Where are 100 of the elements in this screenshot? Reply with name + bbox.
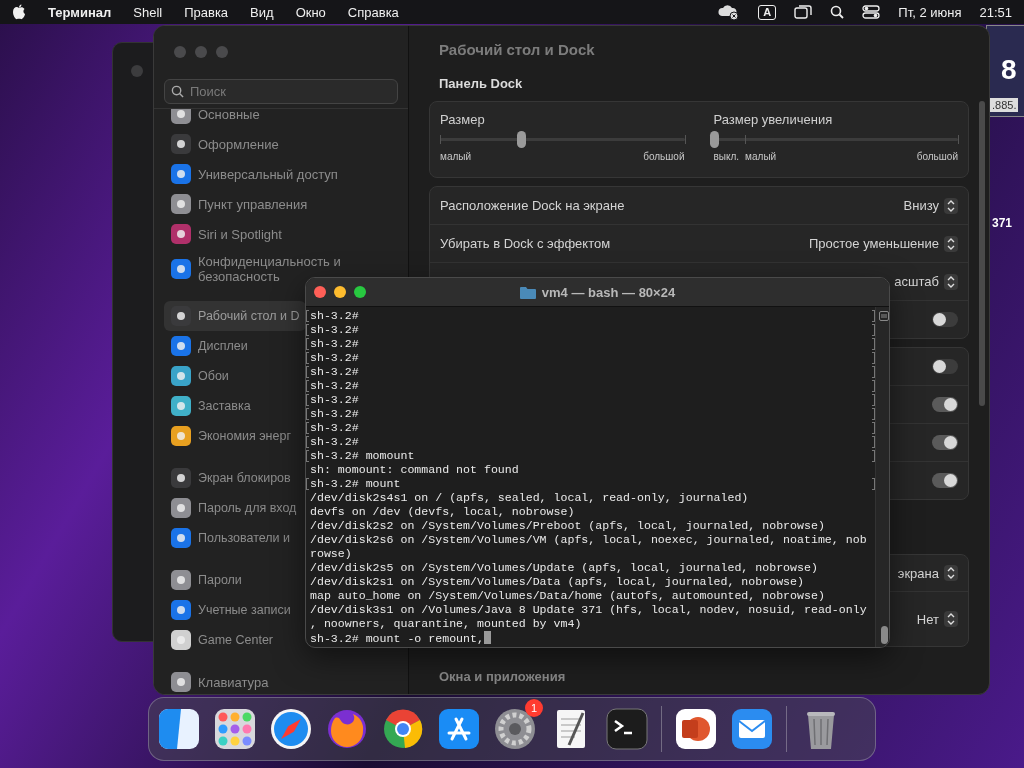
sidebar-item[interactable]: Обои (164, 361, 306, 391)
flame-globe-icon[interactable] (325, 707, 369, 751)
input-source-indicator[interactable]: A (758, 4, 777, 20)
terminal-line: rowse) (309, 547, 353, 561)
menu-item[interactable]: Окно (295, 4, 326, 20)
terminal-line: /dev/disk2s2 on /System/Volumes/Preboot (apfs, local, journaled, nobrowse) (309, 519, 826, 533)
sidebar-item[interactable]: Экономия энерг (164, 421, 306, 451)
section-heading: Панель Dock (438, 75, 524, 93)
popup-value[interactable]: Нет (916, 611, 939, 627)
terminal-line: , noowners, quarantine, mounted by vm4) (309, 617, 583, 631)
setting-label: Расположение Dock на экране (440, 198, 625, 213)
search-icon[interactable] (830, 5, 845, 19)
envelope-icon[interactable] (730, 707, 774, 751)
stepper-icon[interactable] (944, 565, 958, 581)
close-button[interactable] (314, 286, 326, 298)
terminal-icon[interactable] (605, 707, 649, 751)
stepper-icon[interactable] (944, 197, 958, 214)
terminal-line: sh-3.2# (306, 379, 875, 393)
toggle-switch[interactable] (932, 397, 958, 412)
marks-icon[interactable] (879, 311, 889, 321)
scroll-thumb[interactable] (881, 626, 888, 644)
terminal-line: sh-3.2# (306, 309, 875, 323)
sidebar-item[interactable]: Пункт управления (164, 189, 398, 219)
menu-clock[interactable]: 21:51 (979, 4, 1012, 20)
sidebar-item[interactable]: Основные (164, 109, 398, 129)
sidebar-item[interactable]: Дисплеи (164, 331, 306, 361)
notification-badge: 1 (525, 699, 543, 717)
min-label: малый (440, 151, 472, 162)
slider-label: Размер (440, 112, 486, 127)
control-center-icon[interactable] (862, 5, 881, 19)
sidebar-item[interactable]: Заставка (164, 391, 306, 421)
scroll-bar[interactable] (979, 101, 985, 406)
sidebar-item[interactable]: Экран блокиров (164, 463, 306, 493)
sidebar-item[interactable]: Пароль для вход (164, 493, 306, 523)
sidebar-item[interactable]: Пользователи и (164, 523, 306, 553)
terminal-line: /dev/disk2s5 on /System/Volumes/Update (apfs, local, journaled, nobrowse) (309, 561, 819, 575)
terminal-line: sh-3.2# (306, 323, 875, 337)
menu-date[interactable]: Пт, 2 июня (898, 4, 962, 20)
zoom-button[interactable] (354, 286, 366, 298)
window-title: Рабочий стол и Dock (438, 39, 596, 60)
menu-item[interactable]: Справка (347, 4, 399, 20)
terminal-line: map auto_home on /System/Volumes/Data/home (autofs, automounted, nobrowse) (309, 589, 826, 603)
toggle-switch[interactable] (932, 359, 958, 374)
split-tile-icon[interactable] (157, 707, 201, 751)
menu-item[interactable]: Правка (184, 4, 229, 20)
sidebar-item[interactable]: Рабочий стол и D (164, 301, 306, 331)
slider-thumb[interactable] (709, 131, 719, 148)
apple-icon[interactable] (12, 4, 26, 20)
popup-value[interactable]: Внизу (903, 198, 939, 213)
tricolor-circle-icon[interactable] (381, 707, 425, 751)
terminal-line: /dev/disk2s4s1 on / (apfs, sealed, local, read-only, journaled) (309, 491, 750, 505)
terminal-line: /dev/disk2s1 on /System/Volumes/Data (apfs, local, journaled, nobrowse) (309, 575, 805, 589)
terminal-line: sh-3.2# momount (306, 449, 875, 463)
stepper-icon[interactable] (944, 235, 958, 252)
slides-tile-icon[interactable] (674, 707, 718, 751)
sidebar-item[interactable]: Game Center (164, 625, 306, 655)
compass-icon[interactable] (269, 707, 313, 751)
section-heading: Окна и приложения (438, 668, 567, 686)
search-icon (171, 85, 184, 98)
crossed-lines-tile-icon[interactable] (437, 707, 481, 751)
sidebar-item[interactable]: Оформление (164, 129, 398, 159)
terminal-line: sh-3.2# (306, 337, 875, 351)
popup-value[interactable]: асштаб (894, 274, 939, 289)
minimize-button[interactable] (334, 286, 346, 298)
stepper-icon[interactable] (944, 611, 958, 627)
menu-app-name[interactable]: Терминал (48, 4, 112, 20)
toggle-switch[interactable] (932, 312, 958, 327)
sidebar-item[interactable]: Пароли (164, 565, 306, 595)
cloud-icon[interactable] (718, 4, 741, 20)
stepper-icon[interactable] (944, 273, 958, 290)
menu-item[interactable]: Shell (133, 4, 163, 20)
terminal-line: /dev/disk3s1 on /Volumes/Java 8 Update 371 (hfs, local, nodev, nosuid, read-only (309, 603, 868, 617)
sidebar-item[interactable]: Клавиатура (164, 667, 398, 694)
desktop-number: 371 (992, 216, 1013, 230)
app-grid-icon[interactable] (213, 707, 257, 751)
setting-label: Убирать в Dock с эффектом (440, 236, 611, 251)
search-field[interactable]: Поиск (164, 79, 398, 104)
terminal-line: sh-3.2# (306, 365, 875, 379)
menu-item[interactable]: Вид (250, 4, 274, 20)
window-title: vm4 — bash — 80×24 (541, 284, 676, 300)
slider-label: Размер увеличения (713, 112, 834, 127)
terminal-line: devfs on /dev (devfs, local, nobrowse) (309, 505, 576, 519)
terminal-line: sh-3.2# (306, 351, 875, 365)
terminal-line: sh: momount: command not found (309, 463, 520, 477)
windows-icon[interactable] (794, 5, 813, 19)
min-label: малый (745, 151, 777, 162)
popup-value[interactable]: Простое уменьшение (809, 236, 939, 251)
popup-value[interactable]: экрана (897, 565, 939, 581)
sidebar-item[interactable]: Конфиденциальность и безопасность (164, 249, 398, 289)
sidebar-item[interactable]: Универсальный доступ (164, 159, 398, 189)
window-text: 8 (1001, 54, 1017, 86)
sidebar-item[interactable]: Учетные записи (164, 595, 306, 625)
toggle-switch[interactable] (932, 435, 958, 450)
terminal-line: sh-3.2# (306, 421, 875, 435)
toggle-switch[interactable] (932, 473, 958, 488)
slider-thumb[interactable] (516, 131, 526, 148)
terminal-line: sh-3.2# (306, 393, 875, 407)
terminal-line: /dev/disk2s6 on /System/Volumes/VM (apfs, local, noexec, journaled, noatime, nob (309, 533, 868, 547)
max-label: большой (643, 151, 685, 162)
sidebar-item[interactable]: Siri и Spotlight (164, 219, 398, 249)
